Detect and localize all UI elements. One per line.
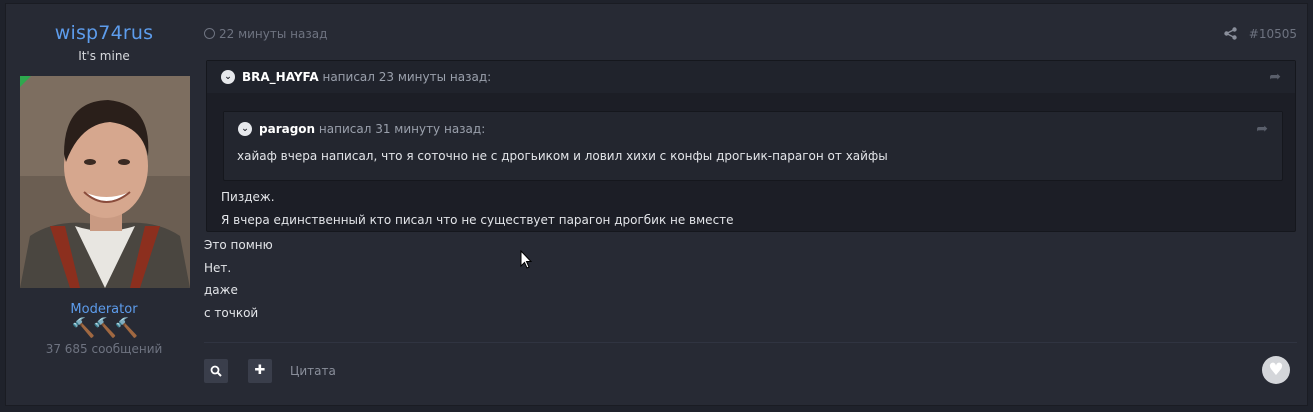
body-line: даже xyxy=(204,283,238,297)
body-line: Нет. xyxy=(204,260,232,275)
clock-icon xyxy=(204,28,215,39)
body-line: Это помню xyxy=(204,238,273,252)
share-icon[interactable] xyxy=(1224,27,1237,44)
quote-outer-header[interactable]: ⌄ BRA_HAYFA написал 23 минуты назад: ➦ xyxy=(207,61,1295,93)
chevron-down-icon[interactable]: ⌄ xyxy=(238,121,252,136)
search-button[interactable] xyxy=(204,359,228,383)
quote-outer-meta: написал 23 минуты назад: xyxy=(318,70,492,84)
quote-inner-meta: написал 31 минуту назад: xyxy=(315,122,486,136)
mouse-cursor-icon xyxy=(520,249,534,274)
quote-inner: ⌄ paragon написал 31 минуту назад: ➦ хайа… xyxy=(223,111,1283,181)
quote-outer-line: Пиздеж. xyxy=(221,190,275,204)
quote-inner-text: хайаф вчера написал, что я соточно не с … xyxy=(237,149,888,163)
quote-inner-author[interactable]: paragon xyxy=(259,122,315,136)
hammer-icon: 🔨🔨🔨 xyxy=(71,317,139,339)
post-main: 22 минуты назад #10505 ⌄ BRA_HAYFA написа… xyxy=(204,4,1307,405)
author-title: It's mine xyxy=(78,49,130,63)
quote-button[interactable]: Цитата xyxy=(290,364,336,378)
heart-icon: ♥ xyxy=(1268,360,1284,380)
post-number[interactable]: #10505 xyxy=(1249,27,1297,41)
quote-outer-text: Пиздеж. Я вчера единственный кто писал ч… xyxy=(221,186,734,232)
author-panel: wisp74rus It's mine Moderator 🔨🔨🔨 37 685… xyxy=(6,4,202,405)
like-button[interactable]: ♥ xyxy=(1262,356,1290,384)
reply-arrow-icon[interactable]: ➦ xyxy=(1256,112,1268,146)
body-line: с точкой xyxy=(204,305,259,320)
add-button[interactable]: ✚ xyxy=(248,359,272,383)
post-body: Это помню Нет. даже с точкой xyxy=(204,234,273,324)
quote-inner-header[interactable]: ⌄ paragon написал 31 минуту назад: ➦ xyxy=(224,112,1282,146)
quote-outer: ⌄ BRA_HAYFA написал 23 минуты назад: ➦ ⌄ p… xyxy=(206,60,1296,232)
reply-arrow-icon[interactable]: ➦ xyxy=(1269,61,1281,93)
author-role: Moderator xyxy=(70,302,138,317)
chevron-down-icon[interactable]: ⌄ xyxy=(221,69,235,84)
post-time[interactable]: 22 минуты назад xyxy=(204,27,327,41)
quote-outer-line: Я вчера единственный кто писал что не су… xyxy=(221,213,734,227)
post-container: wisp74rus It's mine Moderator 🔨🔨🔨 37 685… xyxy=(5,3,1308,406)
post-time-text: 22 минуты назад xyxy=(219,27,328,41)
plus-icon: ✚ xyxy=(254,363,266,378)
search-icon xyxy=(210,365,222,377)
avatar[interactable] xyxy=(20,76,190,288)
author-username[interactable]: wisp74rus xyxy=(6,22,202,44)
message-count: 37 685 сообщений xyxy=(45,342,163,356)
divider xyxy=(204,342,1297,343)
online-indicator xyxy=(20,76,31,87)
quote-outer-author[interactable]: BRA_HAYFA xyxy=(242,70,319,84)
